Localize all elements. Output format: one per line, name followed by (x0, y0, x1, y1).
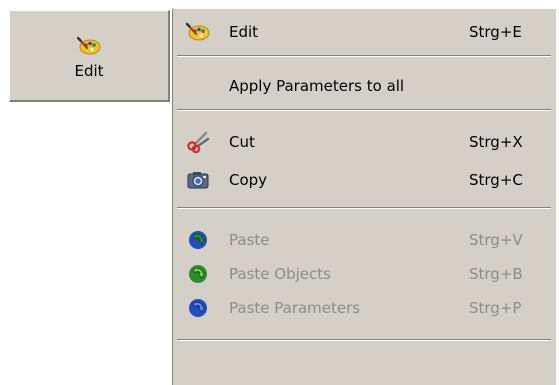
menu-item-apply-parameters-to-all[interactable]: Apply Parameters to all (173, 69, 555, 103)
menu-item-paste[interactable]: Paste Strg+V (173, 223, 555, 257)
menu-item-label: Paste (229, 231, 270, 249)
toolbar-edit-label: Edit (74, 61, 104, 80)
toolbar-edit-button[interactable]: Edit (9, 10, 170, 102)
paste-parameters-arrow-icon (185, 297, 211, 319)
menu-item-label: Paste Parameters (229, 299, 361, 317)
application-stage: Edit Edit Strg+E Apply Parameters to all… (0, 0, 559, 385)
menu-item-paste-objects[interactable]: Paste Objects Strg+B (173, 257, 555, 291)
menu-item-shortcut: Strg+V (469, 231, 523, 249)
menu-item-shortcut: Strg+B (469, 265, 523, 283)
menu-item-label: Edit (229, 23, 259, 41)
menu-item-label: Cut (229, 133, 255, 151)
menu-item-paste-parameters[interactable]: Paste Parameters Strg+P (173, 291, 555, 325)
menu-separator (177, 109, 551, 111)
menu-item-shortcut: Strg+C (469, 171, 523, 189)
camera-icon (185, 169, 211, 191)
menu-item-shortcut: Strg+P (469, 299, 522, 317)
menu-item-shortcut: Strg+E (469, 23, 522, 41)
menu-item-label: Copy (229, 171, 268, 189)
menu-item-label: Apply Parameters to all (229, 77, 405, 95)
menu-item-label: Paste Objects (229, 265, 331, 283)
menu-item-cut[interactable]: Cut Strg+X (173, 125, 555, 159)
paste-objects-arrow-icon (185, 263, 211, 285)
menu-item-copy[interactable]: Copy Strg+C (173, 163, 555, 197)
menu-separator (177, 55, 551, 57)
menu-item-shortcut: Strg+X (469, 133, 523, 151)
scissors-icon (185, 131, 211, 153)
menu-separator (177, 207, 551, 209)
palette-icon (76, 36, 101, 56)
menu-separator (177, 339, 551, 341)
palette-icon (185, 21, 211, 43)
paste-arrow-icon (185, 229, 211, 251)
menu-item-edit[interactable]: Edit Strg+E (173, 15, 555, 49)
edit-context-menu: Edit Strg+E Apply Parameters to all Cut … (172, 8, 556, 385)
